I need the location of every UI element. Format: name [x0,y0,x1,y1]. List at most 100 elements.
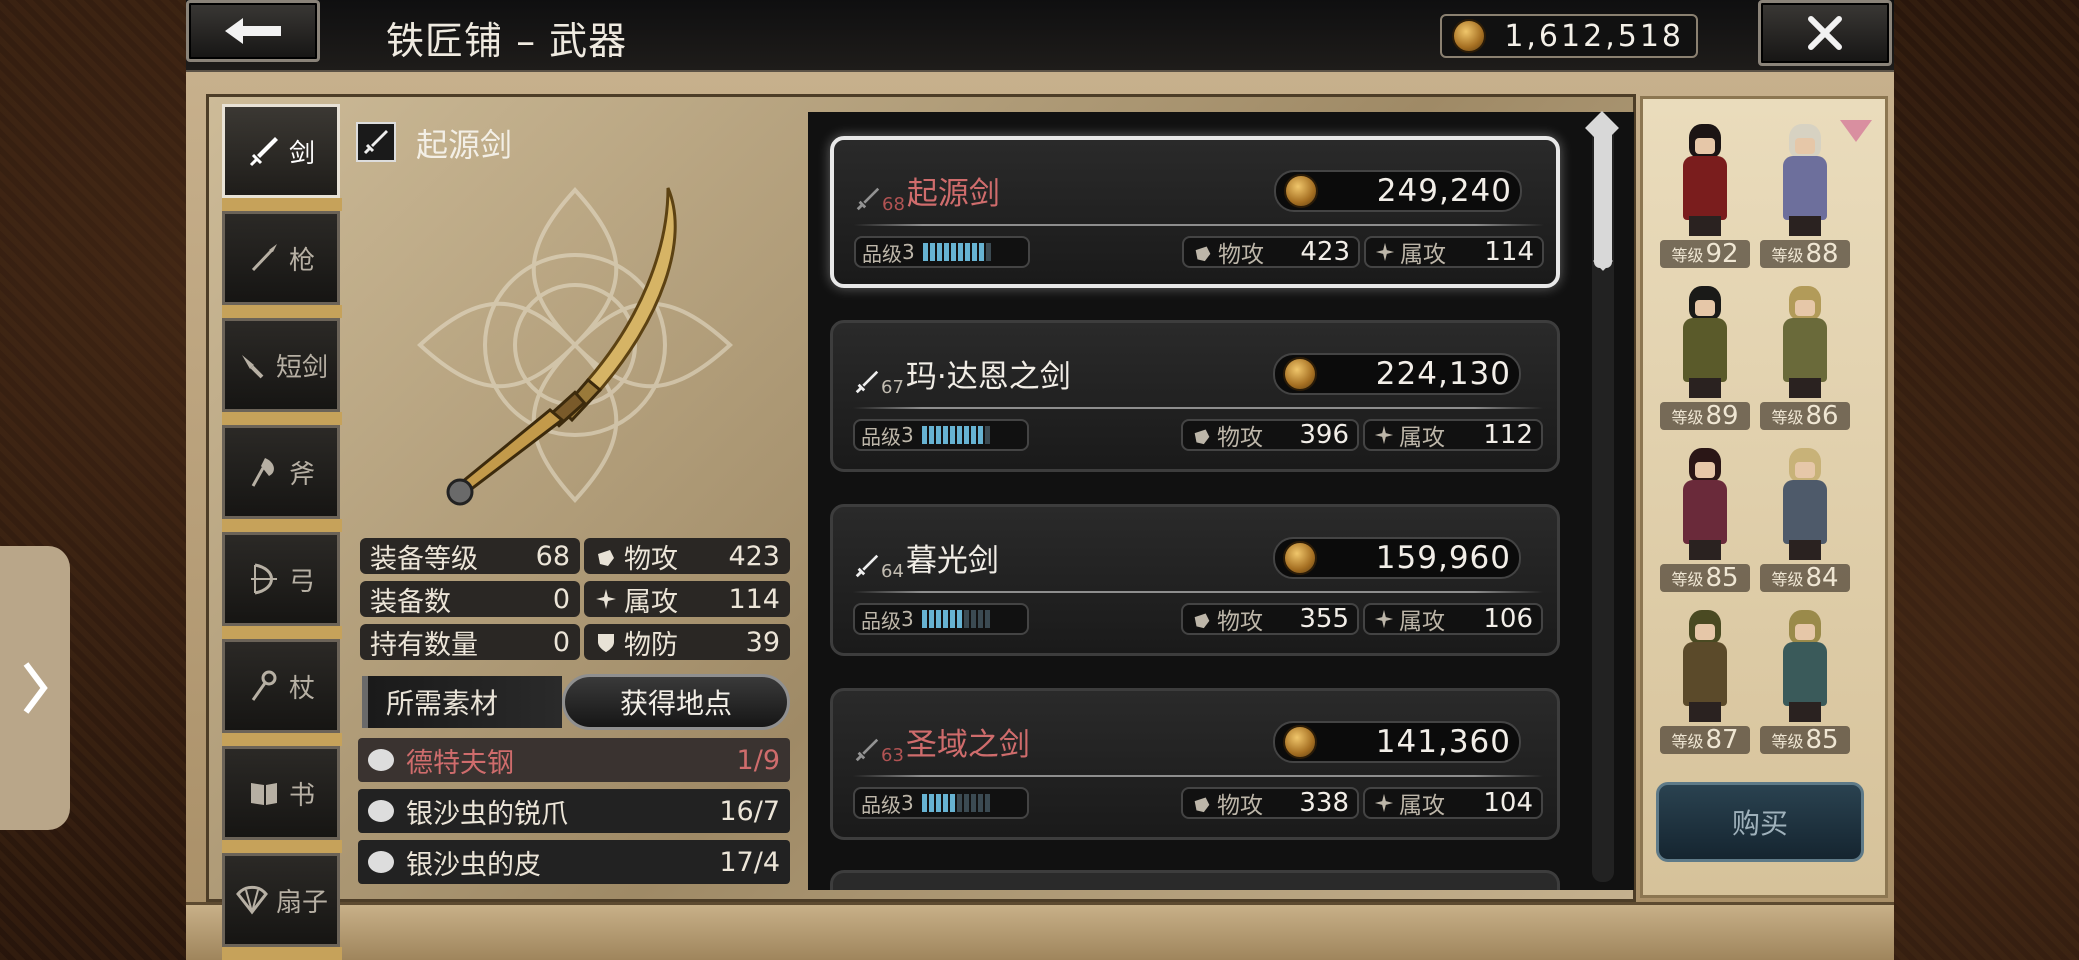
level-value: 84 [1805,563,1839,593]
weapon-card[interactable]: 67 玛·达恩之剑 224,130 品级 3 物攻 396 属攻 112 [830,320,1560,472]
party-member[interactable]: 等级 85 [1660,444,1750,596]
character-sprite [1775,606,1835,726]
quality-pip [949,794,955,812]
quality-pip [956,794,962,812]
coin-icon [1283,725,1317,759]
tab-bow[interactable]: 弓 [222,532,340,626]
quality-pip [942,794,948,812]
back-button[interactable] [186,0,320,62]
quality-pip [935,794,941,812]
tab-axe[interactable]: 斧 [222,425,340,519]
weapon-card[interactable]: 63 圣域之剑 141,360 品级 3 物攻 338 属攻 104 [830,688,1560,840]
material-row[interactable]: 银沙虫的皮 17/4 [358,840,790,884]
side-panel-handle[interactable] [0,546,70,830]
material-name: 德特夫钢 [406,747,514,779]
quality-pip [984,794,990,812]
party-member[interactable]: 等级 89 [1660,282,1750,434]
tab-dagger[interactable]: 短剑 [222,318,340,412]
tab-book[interactable]: 书 [222,746,340,840]
buy-button[interactable]: 购买 [1656,782,1864,862]
stat-label: 属攻 [1400,242,1446,268]
material-name: 银沙虫的锐爪 [406,798,568,830]
sword-icon [363,130,388,155]
coin-icon [1284,174,1318,208]
tab-divider [222,519,342,532]
grade-indicator: 品级 3 [853,419,1029,451]
tab-label: 短剑 [275,352,328,383]
quality-pip [964,243,970,261]
tab-label: 书 [288,780,315,811]
tab-sword[interactable]: 剑 [222,104,340,198]
quality-pip [977,610,983,628]
sword-icon [855,370,879,394]
stat-value: 114 [728,583,780,615]
party-member[interactable]: 等级 92 [1660,120,1750,272]
tab-label: 弓 [288,566,315,597]
party-member[interactable]: 等级 87 [1660,606,1750,758]
grade-value: 3 [901,423,914,447]
stat-label: 装备等级 [370,543,478,575]
grade-label: 品级 [861,424,901,449]
party-member[interactable]: 等级 85 [1760,606,1850,758]
stat-label: 属攻 [1399,793,1445,819]
weapon-price: 159,960 [1375,540,1511,576]
level-value: 87 [1705,725,1739,755]
tab-label: 扇子 [275,887,328,918]
level-badge: 等级 84 [1760,563,1850,593]
tab-fan[interactable]: 扇子 [222,853,340,947]
stat-value: 0 [552,583,570,615]
tab-divider [222,840,342,853]
fist-icon [598,550,614,566]
card-divider [854,224,1544,226]
weapon-name: 暮光剑 [905,543,999,579]
fan-icon [236,885,268,915]
fist-icon [1194,429,1210,445]
party-member[interactable]: 等级 86 [1760,282,1850,434]
material-count: 16/7 [719,795,780,827]
obtain-location-button[interactable]: 获得地点 [562,674,790,730]
quality-pip [970,610,976,628]
stat-label: 物攻 [1218,242,1264,268]
quality-pip [949,610,955,628]
character-sprite [1775,282,1835,402]
weapon-price: 224,130 [1375,356,1511,392]
sword-icon [856,187,880,211]
phys-attack-stat: 物攻 396 [1181,419,1359,451]
tab-divider [222,412,342,425]
level-badge: 等级 92 [1660,239,1750,269]
stat-label: 装备数 [370,586,451,618]
level-label: 等级 [1771,246,1804,265]
material-row[interactable]: 德特夫钢 1/9 [358,738,790,782]
axe-icon [251,458,274,487]
elem-attack-stat: 属攻 104 [1363,787,1543,819]
quality-pip [921,610,927,628]
quality-pip [970,794,976,812]
character-sprite [1675,606,1735,726]
weapon-card[interactable]: 68 起源剑 249,240 品级 3 物攻 423 属攻 114 [830,136,1560,288]
tab-staff[interactable]: 杖 [222,639,340,733]
stat-value: 396 [1299,420,1349,450]
character-sprite [1775,120,1835,240]
quality-pip [977,426,983,444]
close-button[interactable] [1758,0,1892,66]
tab-spear[interactable]: 枪 [222,211,340,305]
scrollbar-thumb[interactable] [1594,124,1612,268]
stat-label: 物攻 [1217,793,1263,819]
fist-icon [1194,797,1210,813]
bow-icon [250,563,277,595]
weapon-card-partial[interactable] [830,870,1560,890]
material-icon [368,749,394,771]
stat-label: 物防 [624,629,678,661]
celtic-knot-emblem [417,187,733,503]
shield-icon [598,634,614,652]
material-count: 17/4 [719,846,780,878]
party-member[interactable]: 等级 88 [1760,120,1850,272]
quality-pip [956,426,962,444]
material-row[interactable]: 银沙虫的锐爪 16/7 [358,789,790,833]
phys-attack-stat: 物攻 338 [1181,787,1359,819]
weapon-card[interactable]: 64 暮光剑 159,960 品级 3 物攻 355 属攻 106 [830,504,1560,656]
quality-pip [970,426,976,444]
quality-pip [929,243,935,261]
stat-value: 112 [1483,420,1533,450]
party-member[interactable]: 等级 84 [1760,444,1850,596]
